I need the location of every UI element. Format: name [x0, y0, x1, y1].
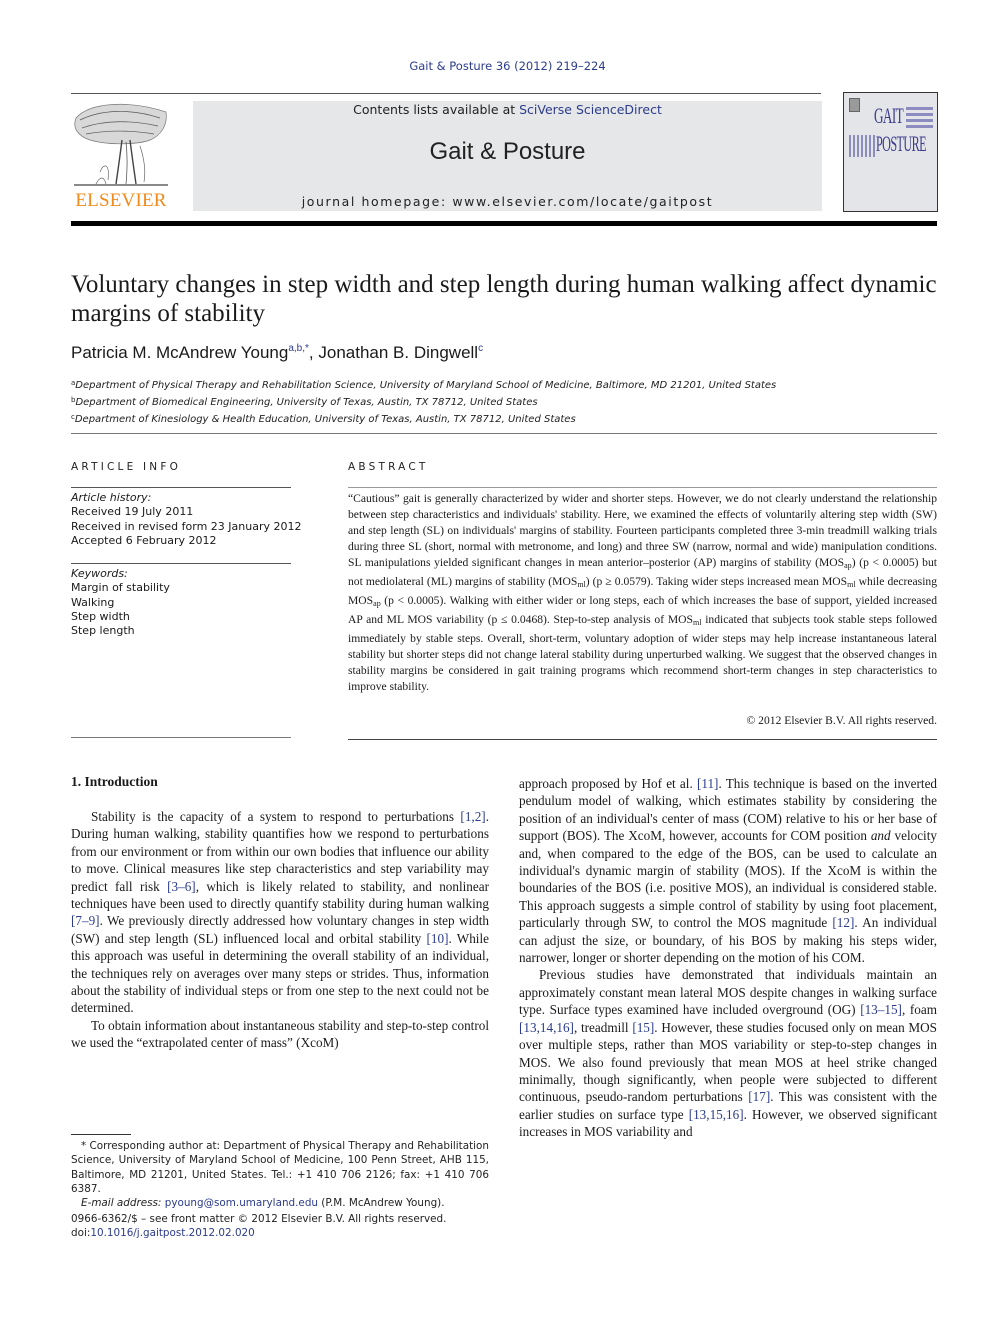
article-history-label: Article history: — [71, 491, 152, 504]
body-column-right: approach proposed by Hof et al. [11]. Th… — [519, 775, 937, 1141]
cover-publisher-mark — [849, 98, 860, 112]
homepage-link[interactable]: www.elsevier.com/locate/gaitpost — [452, 194, 713, 209]
email-suffix: (P.M. McAndrew Young). — [318, 1197, 445, 1210]
abstract-copyright: © 2012 Elsevier B.V. All rights reserved… — [746, 714, 937, 727]
elsevier-tree-icon — [74, 103, 168, 186]
journal-title: Gait & Posture — [429, 138, 586, 165]
abstract-fragment: ) (p ≥ 0.0579). Taking wider steps incre… — [585, 575, 848, 588]
keyword: Walking — [71, 595, 115, 609]
keywords-label: Keywords: — [71, 567, 128, 580]
affiliation: cDepartment of Kinesiology & Health Educ… — [71, 410, 776, 427]
journal-cover-thumbnail[interactable]: GAIT POSTURE — [843, 92, 938, 212]
article-info-rule — [71, 487, 291, 488]
text: , foam — [901, 1002, 937, 1018]
email-line: E-mail address: pyoung@som.umaryland.edu… — [71, 1196, 489, 1210]
doi-prefix: doi: — [71, 1227, 91, 1240]
article-title: Voluntary changes in step width and step… — [71, 271, 937, 327]
reference-link[interactable]: [11] — [697, 776, 718, 791]
cover-word-gait: GAIT — [874, 103, 904, 128]
elsevier-logo[interactable]: ELSEVIER — [70, 100, 172, 212]
journal-homepage: journal homepage: www.elsevier.com/locat… — [193, 194, 822, 209]
keyword: Step width — [71, 609, 130, 623]
subscript: ml — [847, 580, 856, 589]
text: , treadmill — [573, 1019, 633, 1035]
reference-link[interactable]: [13,14,16] — [519, 1020, 574, 1035]
abstract-text: “Cautious” gait is generally characteriz… — [348, 491, 937, 695]
author-name[interactable]: Jonathan B. Dingwell — [318, 343, 478, 362]
affiliation: aDepartment of Physical Therapy and Reha… — [71, 376, 776, 393]
affiliation-text: Department of Physical Therapy and Rehab… — [75, 380, 777, 391]
header-divider — [71, 433, 937, 434]
masthead-thick-rule — [71, 221, 937, 226]
abstract-rule — [348, 739, 937, 740]
text: approach proposed by Hof et al. — [519, 776, 697, 791]
citation-link[interactable]: Gait & Posture 36 (2012) 219–224 — [409, 59, 605, 73]
reference-link[interactable]: [12] — [832, 915, 854, 930]
history-entry: Accepted 6 February 2012 — [71, 533, 217, 547]
subscript: ml — [577, 580, 586, 589]
cover-stripes-right — [906, 107, 933, 129]
affiliation-text: Department of Kinesiology & Health Educa… — [74, 414, 576, 425]
paragraph: Stability is the capacity of a system to… — [71, 808, 489, 1017]
reference-link[interactable]: [1,2] — [460, 809, 485, 824]
subscript: ap — [844, 561, 852, 570]
sciencedirect-link[interactable]: SciVerse ScienceDirect — [519, 102, 662, 117]
abstract-fragment: “Cautious” gait is generally characteriz… — [348, 492, 937, 569]
doi-line: doi:10.1016/j.gaitpost.2012.02.020 — [71, 1226, 446, 1240]
email-link[interactable]: pyoung@som.umaryland.edu — [165, 1197, 318, 1209]
keyword: Step length — [71, 624, 135, 638]
issn-line: 0966-6362/$ – see front matter © 2012 El… — [71, 1213, 447, 1225]
keywords: Keywords: Margin of stability Walking St… — [71, 567, 170, 638]
masthead-top-rule — [71, 93, 821, 94]
reference-link[interactable]: [13,15,16] — [689, 1107, 744, 1122]
corresponding-author-footnote: * Corresponding author at: Department of… — [71, 1139, 489, 1210]
section-heading: 1. Introduction — [71, 774, 158, 789]
article-info-rule — [71, 563, 291, 564]
doi-link[interactable]: 10.1016/j.gaitpost.2012.02.020 — [90, 1227, 254, 1239]
reference-link[interactable]: [17] — [748, 1089, 770, 1104]
author-affiliation-marker[interactable]: a,b,* — [288, 343, 309, 354]
paragraph: To obtain information about instantaneou… — [71, 1017, 489, 1051]
subscript: ap — [373, 599, 381, 608]
abstract-heading: ABSTRACT — [348, 461, 429, 473]
body-column-left: Stability is the capacity of a system to… — [71, 808, 489, 1052]
corresponding-author-text: * Corresponding author at: Department of… — [71, 1140, 489, 1195]
abstract-rule — [348, 487, 937, 488]
reference-link[interactable]: [13–15] — [860, 1002, 902, 1017]
reference-link[interactable]: [3–6] — [167, 879, 196, 894]
emphasis: and — [870, 828, 891, 844]
elsevier-wordmark: ELSEVIER — [75, 190, 167, 211]
journal-citation[interactable]: Gait & Posture 36 (2012) 219–224 — [0, 59, 992, 73]
footnote-rule — [71, 1134, 131, 1135]
history-entry: Received 19 July 2011 — [71, 505, 194, 519]
article-info-heading: ARTICLE INFO — [71, 461, 182, 473]
article-info-rule — [71, 737, 291, 738]
paragraph: approach proposed by Hof et al. [11]. Th… — [519, 775, 937, 966]
author-affiliation-marker[interactable]: c — [478, 343, 483, 354]
email-label: E-mail address: — [81, 1197, 165, 1210]
author-name[interactable]: Patricia M. McAndrew Young — [71, 343, 288, 362]
reference-link[interactable]: [10] — [427, 931, 449, 946]
contents-prefix: Contents lists available at — [353, 102, 520, 117]
front-matter: 0966-6362/$ – see front matter © 2012 El… — [71, 1212, 446, 1241]
contents-line: Contents lists available at SciVerse Sci… — [193, 102, 822, 117]
affiliation: bDepartment of Biomedical Engineering, U… — [71, 393, 776, 410]
keyword: Margin of stability — [71, 581, 170, 595]
homepage-prefix: journal homepage: — [301, 194, 453, 209]
affiliation-text: Department of Biomedical Engineering, Un… — [75, 397, 538, 408]
article-history: Article history: Received 19 July 2011 R… — [71, 491, 302, 548]
reference-link[interactable]: [7–9] — [71, 913, 100, 928]
author-list: Patricia M. McAndrew Younga,b,*, Jonatha… — [71, 343, 483, 363]
reference-link[interactable]: [15] — [632, 1020, 654, 1035]
paragraph: Previous studies have demonstrated that … — [519, 966, 937, 1140]
cover-word-posture: POSTURE — [876, 131, 926, 156]
author-separator: , — [308, 343, 319, 362]
affiliations: aDepartment of Physical Therapy and Reha… — [71, 376, 776, 427]
history-entry: Received in revised form 23 January 2012 — [71, 519, 302, 533]
text: Stability is the capacity of a system to… — [91, 809, 461, 824]
cover-stripes-left — [849, 135, 876, 157]
